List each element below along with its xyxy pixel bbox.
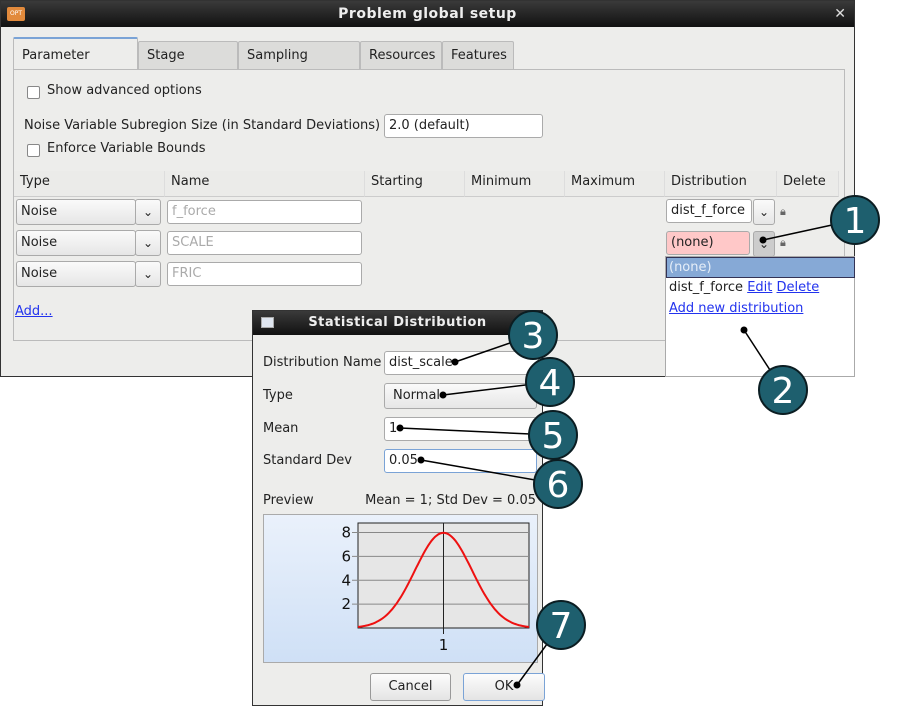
callout-number: 2 — [772, 371, 795, 412]
callout-dot — [513, 681, 521, 689]
callout-number: 1 — [844, 201, 867, 242]
callout-number: 6 — [547, 465, 570, 506]
callout-dot — [417, 456, 425, 464]
callout-dot — [451, 358, 459, 366]
callout-dot — [759, 236, 767, 244]
callout-dot — [740, 326, 748, 334]
callout-number: 7 — [550, 606, 573, 647]
callout-number: 4 — [539, 363, 562, 404]
callout-dot — [439, 391, 447, 399]
callout-overlay: 1 2 3 4 5 6 7 — [396, 195, 880, 689]
callout-number: 5 — [542, 416, 565, 457]
callout-number: 3 — [522, 316, 545, 357]
callout-dot — [396, 424, 404, 432]
